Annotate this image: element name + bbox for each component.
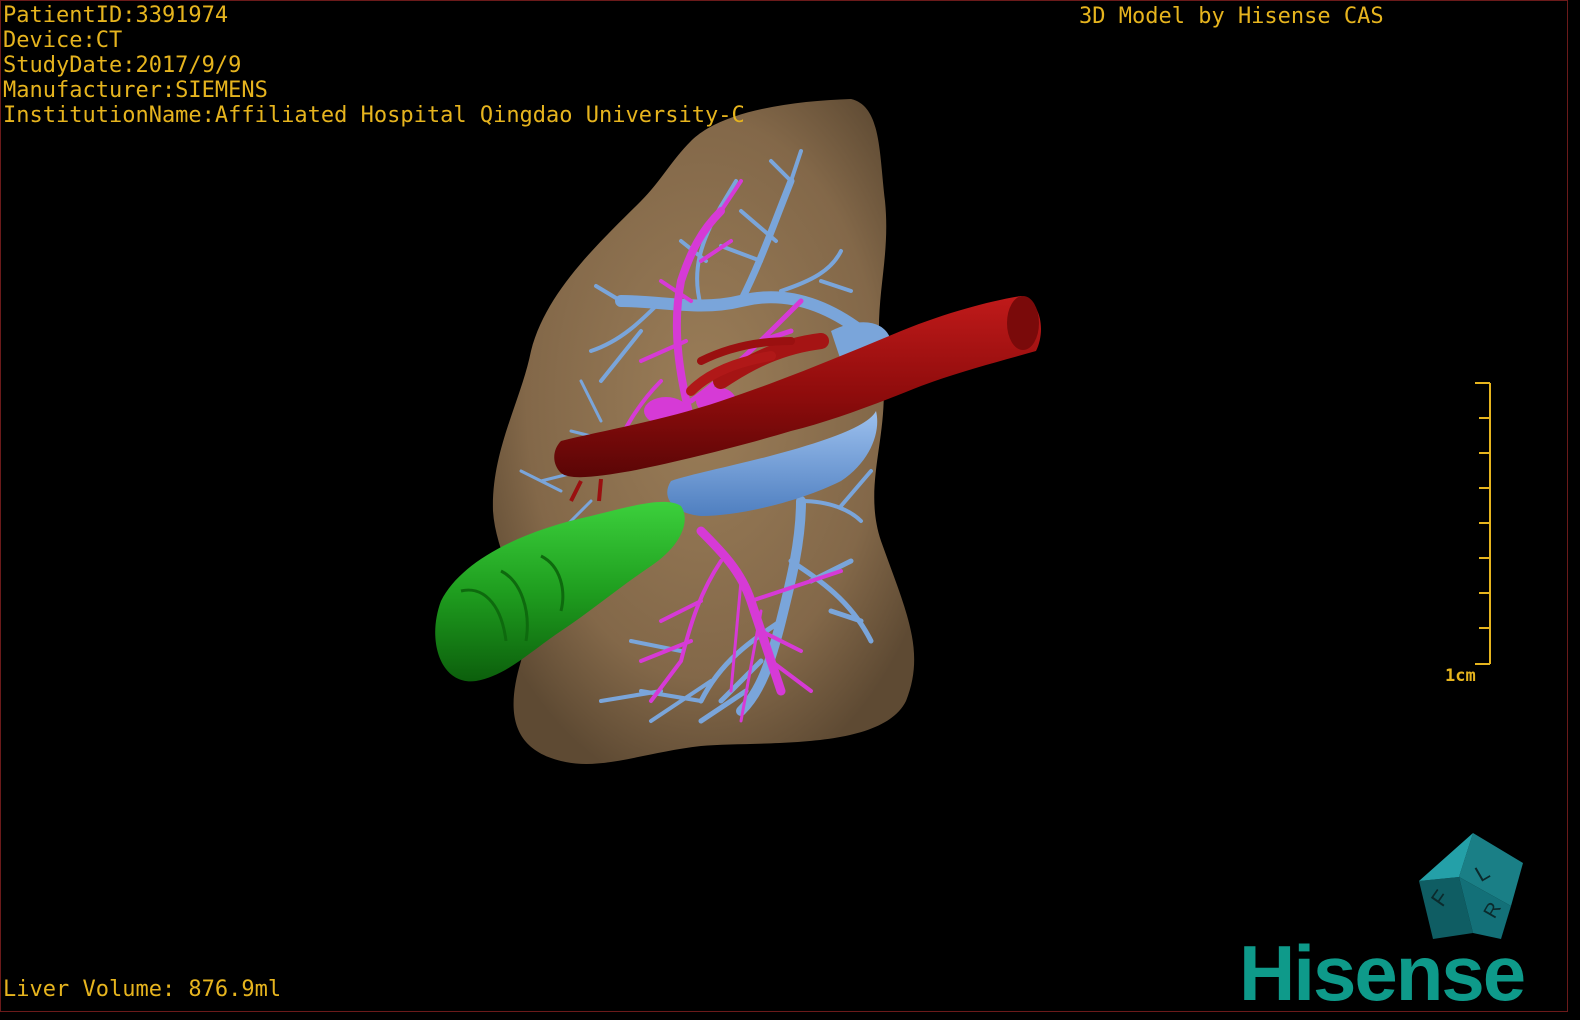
patient-id: PatientID:3391974 [3, 3, 229, 28]
scale-bar-label: 1cm [1445, 666, 1476, 686]
liver-3d-model[interactable]: F L R [1, 1, 1568, 1012]
3d-viewport[interactable]: F L R PatientID:3391974 Device:CT StudyD… [0, 0, 1568, 1012]
liver-volume: Liver Volume: 876.9ml [3, 977, 282, 1002]
dicom-info-overlay: PatientID:3391974 Device:CT StudyDate:20… [3, 3, 745, 128]
scale-bar [1475, 382, 1491, 665]
institution-name: InstitutionName:Affiliated Hospital Qing… [3, 103, 745, 128]
orientation-cube[interactable]: F L R [1419, 833, 1523, 939]
manufacturer: Manufacturer:SIEMENS [3, 78, 268, 103]
model-credit: 3D Model by Hisense CAS [1079, 4, 1384, 29]
hisense-logo: Hisense [1239, 929, 1526, 1012]
study-date: StudyDate:2017/9/9 [3, 53, 242, 78]
device: Device:CT [3, 28, 123, 53]
